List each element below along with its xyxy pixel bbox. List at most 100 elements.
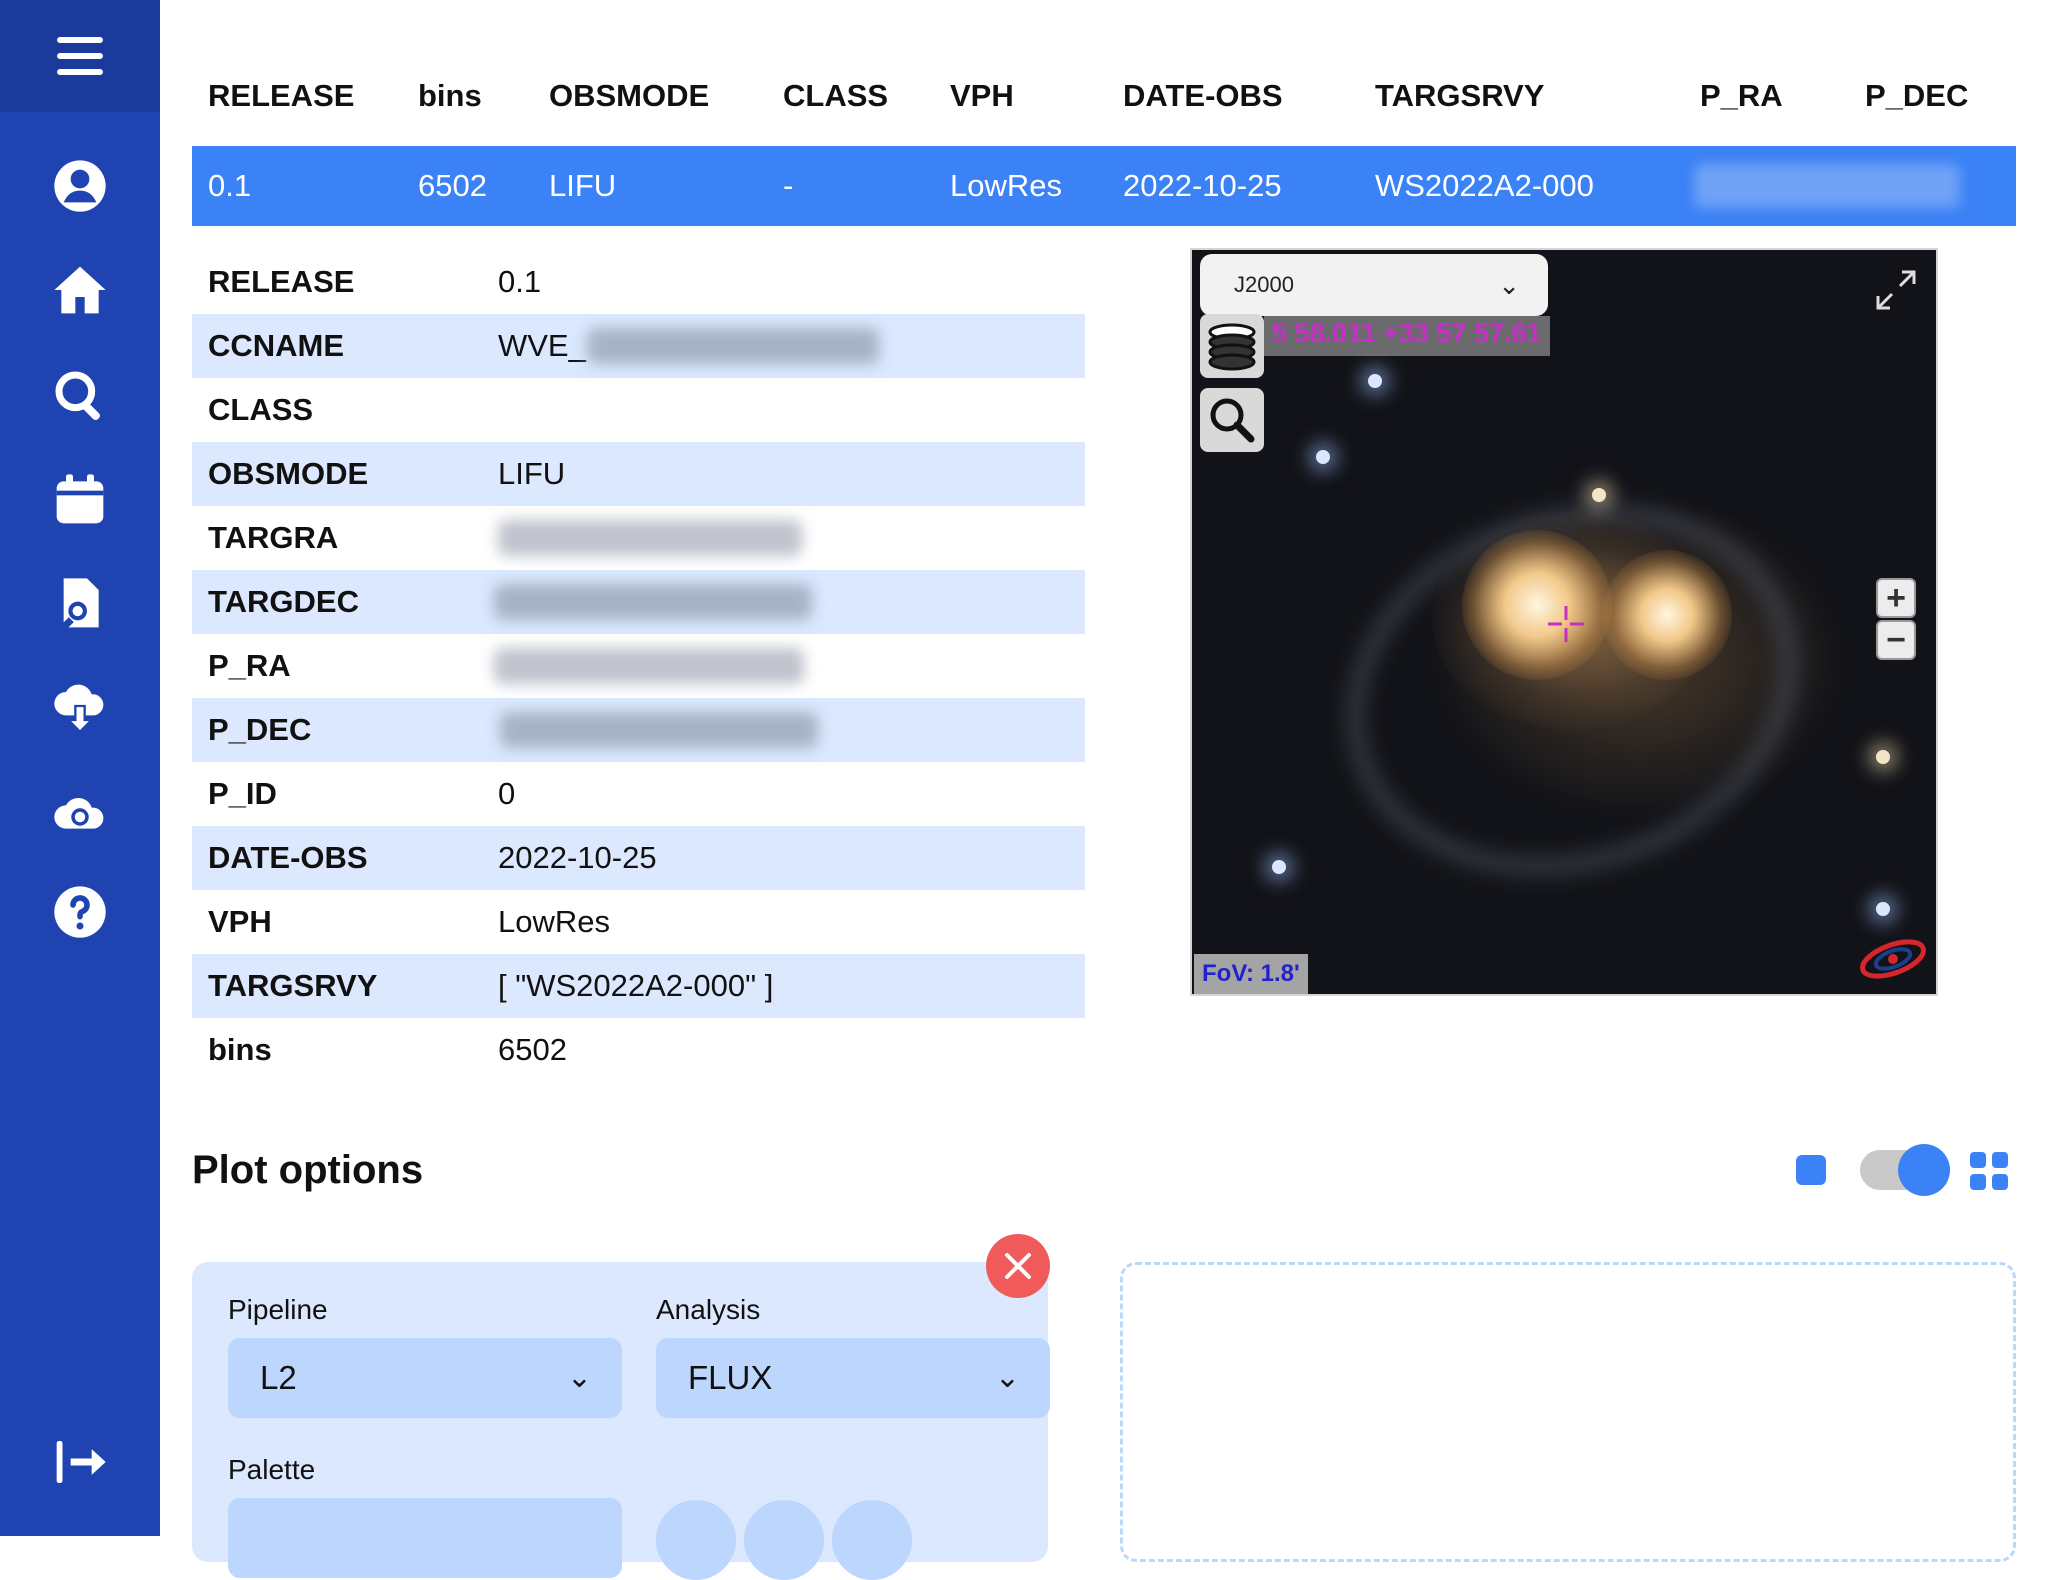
sidebar [0, 0, 160, 1536]
logout-icon[interactable] [50, 1432, 110, 1492]
details-value: 0.1 [498, 264, 542, 299]
table-cell: WS2022A2-000 [1375, 168, 1594, 203]
details-row: P_RA [192, 634, 1085, 698]
column-header[interactable]: RELEASE [208, 56, 354, 136]
search-icon [1210, 398, 1255, 443]
table-cell: LIFU [549, 168, 617, 203]
fullscreen-icon[interactable] [1872, 266, 1920, 314]
pipeline-select[interactable]: L2 ⌄ [228, 1338, 622, 1418]
details-row: RELEASE 0.1 [192, 250, 1085, 314]
details-value: 6502 [498, 1032, 567, 1067]
pipeline-label: Pipeline [228, 1294, 328, 1325]
details-value: 0 [498, 776, 516, 811]
home-icon[interactable] [50, 260, 110, 320]
details-key: OBSMODE [208, 456, 369, 491]
star [1316, 450, 1330, 464]
details-value: LIFU [498, 456, 566, 491]
search-icon[interactable] [50, 366, 110, 426]
redacted-value [494, 584, 812, 620]
column-header[interactable]: P_RA [1700, 56, 1783, 136]
details-row: bins 6502 [192, 1018, 1085, 1082]
results-table-header: RELEASE bins OBSMODE CLASS VPH DATE-OBS … [192, 56, 2016, 136]
menu-button[interactable] [0, 0, 160, 112]
toggle-knob [1898, 1144, 1950, 1196]
galaxy-core [1602, 550, 1732, 680]
user-icon[interactable] [50, 156, 110, 216]
redacted-value [494, 648, 804, 684]
document-search-icon[interactable] [50, 574, 110, 634]
download-button[interactable] [744, 1500, 824, 1580]
menu-icon [57, 37, 103, 75]
table-row[interactable]: 0.1 6502 LIFU - LowRes 2022-10-25 WS2022… [192, 146, 2016, 226]
details-key: TARGDEC [208, 584, 359, 619]
details-key: CLASS [208, 392, 314, 427]
details-value: 2022-10-25 [498, 840, 657, 875]
redacted-value [498, 520, 802, 556]
table-cell: - [783, 168, 794, 203]
details-row: VPH LowRes [192, 890, 1085, 954]
details-key: TARGSRVY [208, 968, 378, 1003]
details-key: P_DEC [208, 712, 312, 747]
details-key: P_RA [208, 648, 291, 683]
layout-toggle[interactable] [1860, 1144, 1950, 1196]
zoom-in-button[interactable]: + [1876, 578, 1916, 618]
table-cell: 2022-10-25 [1123, 168, 1282, 203]
redacted-value [1694, 164, 1960, 208]
column-header[interactable]: OBSMODE [549, 56, 709, 136]
close-icon [1005, 1253, 1031, 1279]
column-header[interactable]: P_DEC [1865, 56, 1968, 136]
star [1272, 860, 1286, 874]
zoom-search-button[interactable] [1200, 388, 1264, 452]
details-value: [ "WS2022A2-000" ] [498, 968, 774, 1003]
pipeline-value: L2 [260, 1359, 297, 1396]
grid-layout-icon[interactable] [1970, 1152, 2008, 1190]
star [1368, 374, 1382, 388]
sky-viewer[interactable]: J2000 ⌄ 5 58.011 +33 57 57.61 + − FoV: 1… [1190, 248, 1938, 996]
upload-button[interactable] [656, 1500, 736, 1580]
single-layout-icon[interactable] [1796, 1155, 1826, 1185]
details-key: CCNAME [208, 328, 345, 363]
details-value: LowRes [498, 904, 610, 939]
close-button[interactable] [986, 1234, 1050, 1298]
frame-select-value: J2000 [1234, 272, 1294, 297]
details-key: TARGRA [208, 520, 339, 555]
column-header[interactable]: bins [418, 56, 482, 136]
details-row: P_ID 0 [192, 762, 1085, 826]
galaxy-core [1462, 530, 1612, 680]
fov-label: FoV: 1.8' [1194, 954, 1308, 994]
chevron-down-icon: ⌄ [994, 1361, 1020, 1394]
plot-options-title: Plot options [192, 1148, 424, 1192]
empty-plot-slot[interactable] [1120, 1262, 2016, 1562]
cloud-sync-icon[interactable] [50, 780, 110, 840]
results-table: RELEASE bins OBSMODE CLASS VPH DATE-OBS … [192, 56, 2016, 226]
details-table: RELEASE 0.1 CCNAME WVE_ CLASS OBSMODE LI… [192, 250, 1085, 1082]
details-value: WVE_ [498, 328, 586, 363]
calendar-icon[interactable] [50, 470, 110, 530]
details-key: bins [208, 1032, 272, 1067]
details-row: TARGRA [192, 506, 1085, 570]
details-row: OBSMODE LIFU [192, 442, 1085, 506]
help-icon[interactable] [50, 882, 110, 942]
layers-button[interactable] [1200, 314, 1264, 378]
details-row: TARGSRVY [ "WS2022A2-000" ] [192, 954, 1085, 1018]
table-cell: 6502 [418, 168, 487, 203]
palette-select[interactable] [228, 1498, 622, 1578]
column-header[interactable]: TARGSRVY [1375, 56, 1544, 136]
frame-select[interactable]: J2000 ⌄ [1200, 254, 1548, 316]
table-cell: 0.1 [208, 168, 252, 203]
cloud-download-icon[interactable] [50, 676, 110, 736]
column-header[interactable]: VPH [950, 56, 1014, 136]
analysis-select[interactable]: FLUX ⌄ [656, 1338, 1050, 1418]
reset-button[interactable] [832, 1500, 912, 1580]
coordinate-readout: 5 58.011 +33 57 57.61 [1272, 318, 1542, 348]
details-key: P_ID [208, 776, 277, 811]
zoom-out-button[interactable]: − [1876, 620, 1916, 660]
details-key: DATE-OBS [208, 840, 368, 875]
table-cell: LowRes [950, 168, 1062, 203]
chevron-down-icon: ⌄ [1498, 270, 1520, 300]
details-row: CCNAME WVE_ [192, 314, 1085, 378]
column-header[interactable]: CLASS [783, 56, 888, 136]
column-header[interactable]: DATE-OBS [1123, 56, 1283, 136]
crosshair-icon [1548, 606, 1584, 642]
aladin-logo-icon [1860, 939, 1926, 979]
